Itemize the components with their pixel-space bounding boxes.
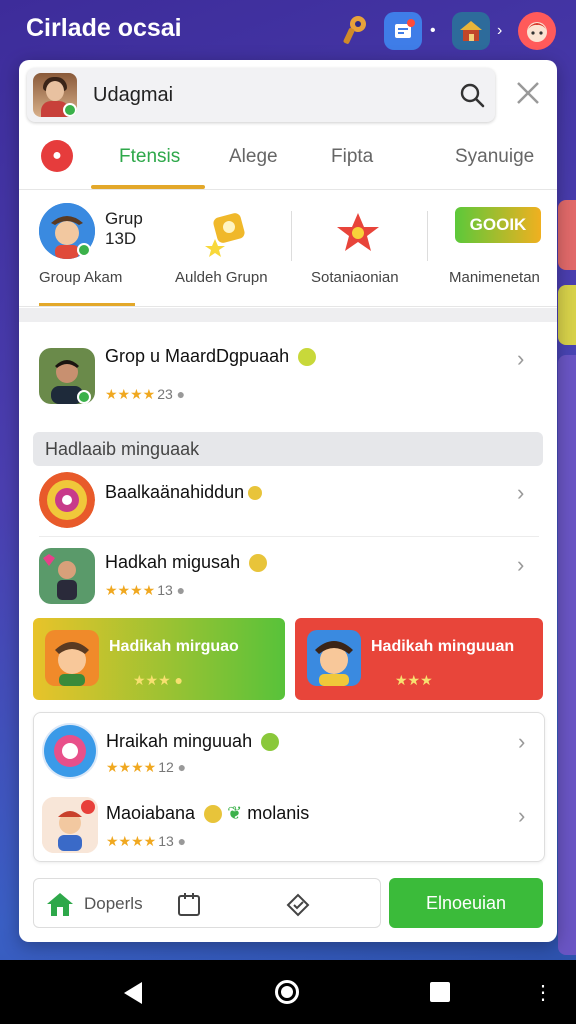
system-nav-bar: ⋮ [0,960,576,1024]
tab-alege[interactable]: Alege [229,146,278,168]
category-item[interactable]: Sotaniaonian [299,191,429,307]
chevron-right-icon: › [517,480,525,505]
app-logo-icon[interactable]: ● [41,140,73,172]
bottom-toolbar: Doperls [33,878,381,928]
avatar[interactable] [33,73,77,117]
primary-action-button[interactable]: Elnoeuian [389,878,543,928]
category-indicator [39,303,135,306]
background-card [558,285,576,345]
rating: ★★★ ● [133,672,183,688]
toolbar-label[interactable]: Doperls [84,894,143,914]
online-badge [63,103,77,117]
list-item-title: Maoiabana ❦ molanis [106,803,310,824]
list-item-title: Grop u MaardDgpuaah [105,346,317,367]
section-spacer [19,308,557,322]
banner-title: Hadikah mirguao [109,638,239,655]
category-label: Auldeh Grupn [175,269,268,286]
main-panel: Udagmai ● Ftensis Alege Fipta Syanuige G… [19,60,557,942]
rating: ★★★★ 23 ● [105,386,186,402]
promo-banner-green[interactable]: Hadikah mirguao ★★★ ● [33,618,285,700]
tab-fipta[interactable]: Fipta [331,146,373,168]
more-icon[interactable]: ⋮ [533,980,553,1005]
list-item-title: Hraikah minguuah [106,731,280,752]
tab-syanuige[interactable]: Syanuige [455,146,534,168]
category-label: Manimenetan [449,269,540,286]
app-icon [39,548,95,604]
search-icon[interactable] [459,82,485,108]
search-row: Udagmai [19,60,557,128]
back-icon[interactable] [124,982,142,1004]
list-item[interactable]: Maoiabana ❦ molanis ★★★★ 13 ● › [34,791,544,859]
online-badge [77,390,91,404]
app-icon [42,797,98,853]
group-name: Grup 13D [105,209,143,248]
recent-apps-icon[interactable] [430,982,450,1002]
list-item[interactable]: Baalkaänahiddun › [19,468,557,536]
divider [291,211,292,261]
list-item[interactable]: Hraikah minguuah ★★★★ 12 ● › [34,719,544,785]
chevron-right-icon: › [497,22,503,39]
online-badge [77,243,91,257]
key-icon[interactable] [336,12,374,50]
background-card [558,355,576,955]
calendar-icon[interactable] [176,891,202,917]
house-icon[interactable] [452,12,490,50]
star-gift-icon [205,213,245,257]
rating: ★★★★ 13 ● [105,582,186,598]
app-badge-icon[interactable] [384,12,422,50]
list-item-title: Hadkah migusah [105,552,268,573]
list-item[interactable]: Hadkah migusah ★★★★ 13 ● › [19,538,557,616]
tab-bar: ● Ftensis Alege Fipta Syanuige [19,130,557,190]
list-item-title: Baalkaänahiddun [105,482,263,503]
banner-title: Hadikah minguuan [371,638,515,655]
category-label: Sotaniaonian [311,269,399,286]
separator-dot: • [430,22,436,39]
chat-icon[interactable] [284,891,312,919]
rating: ★★★★ 12 ● [106,759,187,775]
promo-button[interactable]: GOOIK [455,207,541,243]
app-icon [45,630,99,686]
profile-avatar-icon[interactable] [518,12,556,50]
active-tab-indicator [91,185,205,189]
search-query[interactable]: Udagmai [93,84,173,107]
app-icon [39,472,95,528]
section-header: Hadlaaib minguaak [33,432,543,466]
app-icon [42,723,98,779]
background-card [558,200,576,270]
category-item[interactable]: GOOIK Manimenetan [429,191,557,307]
divider [39,536,539,537]
promo-banner-red[interactable]: Hadikah minguuan ★★★ [295,618,543,700]
list-card: Hraikah minguuah ★★★★ 12 ● › Maoiabana ❦ … [33,712,545,862]
top-bar: Cirlade ocsai • › [0,0,576,60]
tab-ftensis[interactable]: Ftensis [119,146,180,168]
home-icon[interactable] [46,891,74,917]
chevron-right-icon: › [518,729,526,754]
close-icon[interactable] [513,78,543,108]
category-row: Grup 13D Group Akam Auldeh Grupn Sotania… [19,191,557,307]
rating: ★★★★ 13 ● [106,833,187,849]
divider [427,211,428,261]
list-item[interactable]: Grop u MaardDgpuaah ★★★★ 23 ● › [19,322,557,426]
category-item[interactable]: Auldeh Grupn [159,191,289,307]
app-title: Cirlade ocsai [26,14,182,42]
chevron-right-icon: › [517,552,525,577]
badge-ribbon-icon [337,213,379,251]
category-label: Group Akam [39,269,123,286]
chevron-right-icon: › [517,346,525,371]
rating: ★★★ [395,672,433,688]
search-input[interactable]: Udagmai [27,68,495,122]
chevron-right-icon: › [518,803,526,828]
app-icon [307,630,361,686]
home-button-icon[interactable] [275,980,299,1004]
section-title: Hadlaaib minguaak [45,439,200,459]
category-group[interactable]: Grup 13D Group Akam [19,191,159,307]
